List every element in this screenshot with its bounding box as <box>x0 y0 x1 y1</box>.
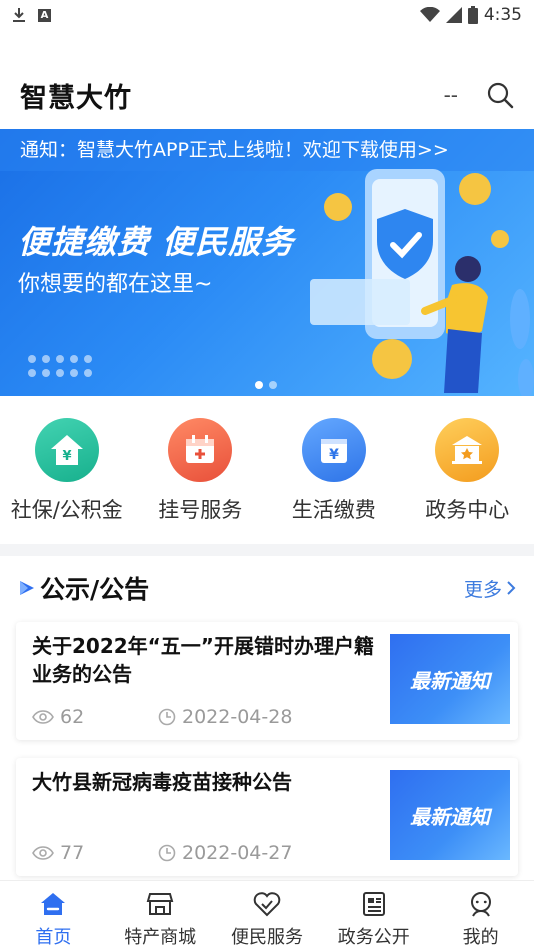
profile-icon <box>470 892 491 917</box>
wifi-icon <box>419 7 440 22</box>
nav-store[interactable]: 特产商城 <box>107 881 214 950</box>
service-government-center[interactable]: 政务中心 <box>407 418 527 544</box>
service-social-security[interactable]: ¥ 社保/公积金 <box>7 418 127 544</box>
pager-dot-1[interactable] <box>255 381 263 389</box>
service-bill-payment[interactable]: ¥ 生活缴费 <box>274 418 394 544</box>
eye-icon <box>32 710 54 724</box>
nav-label: 我的 <box>462 927 499 948</box>
more-label: 更多 <box>463 578 502 601</box>
service-label: 社保/公积金 <box>10 498 123 522</box>
header-dash[interactable]: -- <box>444 83 458 107</box>
signal-icon <box>445 7 462 23</box>
service-registration[interactable]: 挂号服务 <box>140 418 260 544</box>
government-center-icon <box>435 418 500 482</box>
service-label: 挂号服务 <box>158 498 243 522</box>
status-time: 4:35 <box>483 5 522 25</box>
status-bar: A 4:35 <box>0 0 534 30</box>
nav-government[interactable]: 政务公开 <box>320 881 427 950</box>
battery-icon <box>467 6 478 24</box>
thumbnail-text: 最新通知 <box>410 668 490 693</box>
banner-illustration <box>310 169 534 396</box>
banner-subline: 你想要的都在这里~ <box>18 272 213 297</box>
svg-text:¥: ¥ <box>62 449 71 464</box>
nav-label: 政务公开 <box>337 927 410 948</box>
search-icon[interactable] <box>486 81 514 109</box>
bottom-navigation: 首页 特产商城 便民服务 政务公开 我的 <box>0 880 534 950</box>
promo-banner[interactable]: 通知：智慧大竹APP正式上线啦！欢迎下载使用>> 便捷缴费 便民服务 你想要的都… <box>0 129 534 396</box>
announcement-meta: 62 2022-04-28 <box>32 706 292 728</box>
announcement-header: 公示/公告 更多 <box>0 566 534 610</box>
section-divider <box>0 544 534 556</box>
quick-services: ¥ 社保/公积金 挂号服务 ¥ 生活缴费 政务中心 <box>0 396 534 544</box>
clock-icon <box>158 708 176 726</box>
app-header: 智慧大竹 -- <box>0 70 534 120</box>
nav-label: 首页 <box>35 927 72 948</box>
social-security-icon: ¥ <box>34 418 99 482</box>
notification-a-icon: A <box>38 8 51 22</box>
news-document-icon <box>362 892 385 916</box>
publish-date: 2022-04-28 <box>182 706 293 728</box>
decorative-dots <box>28 355 92 377</box>
home-icon <box>41 893 66 915</box>
clock-icon <box>158 844 176 862</box>
nav-services[interactable]: 便民服务 <box>214 881 321 950</box>
section-title: 公示/公告 <box>40 575 150 604</box>
bill-payment-icon: ¥ <box>301 418 366 482</box>
more-link[interactable]: 更多 <box>464 575 516 602</box>
announcement-title: 大竹县新冠病毒疫苗接种公告 <box>32 770 292 794</box>
publish-date: 2022-04-27 <box>182 842 293 864</box>
view-count: 62 <box>60 706 85 728</box>
banner-pager[interactable] <box>255 381 277 389</box>
nav-label: 特产商城 <box>124 927 197 948</box>
thumbnail-text: 最新通知 <box>410 804 490 829</box>
announcement-thumbnail: 最新通知 <box>390 634 510 724</box>
play-triangle-icon <box>20 581 34 595</box>
eye-icon <box>32 846 54 860</box>
announcement-card[interactable]: 大竹县新冠病毒疫苗接种公告 77 2022-04-27 最新通知 <box>16 758 518 876</box>
announcement-thumbnail: 最新通知 <box>390 770 510 860</box>
nav-profile[interactable]: 我的 <box>427 881 534 950</box>
svg-text:¥: ¥ <box>329 447 339 463</box>
banner-headline: 便捷缴费 便民服务 <box>18 223 295 261</box>
app-title: 智慧大竹 <box>20 82 132 114</box>
service-label: 生活缴费 <box>291 498 376 522</box>
announcement-title: 关于2022年“五一”开展错时办理户籍业务的公告 <box>32 634 374 686</box>
store-icon <box>146 893 174 915</box>
view-count: 77 <box>60 842 85 864</box>
nav-label: 便民服务 <box>230 927 303 948</box>
announcement-meta: 77 2022-04-27 <box>32 842 292 864</box>
hospital-registration-icon <box>168 418 233 482</box>
pager-dot-2[interactable] <box>269 381 277 389</box>
download-icon <box>13 8 25 22</box>
service-label: 政务中心 <box>425 498 510 522</box>
handshake-heart-icon <box>253 892 281 917</box>
nav-home[interactable]: 首页 <box>0 881 107 950</box>
announcement-card[interactable]: 关于2022年“五一”开展错时办理户籍业务的公告 62 2022-04-28 最… <box>16 622 518 740</box>
chevron-right-icon <box>507 581 516 595</box>
notice-marquee[interactable]: 通知：智慧大竹APP正式上线啦！欢迎下载使用>> <box>0 129 534 171</box>
